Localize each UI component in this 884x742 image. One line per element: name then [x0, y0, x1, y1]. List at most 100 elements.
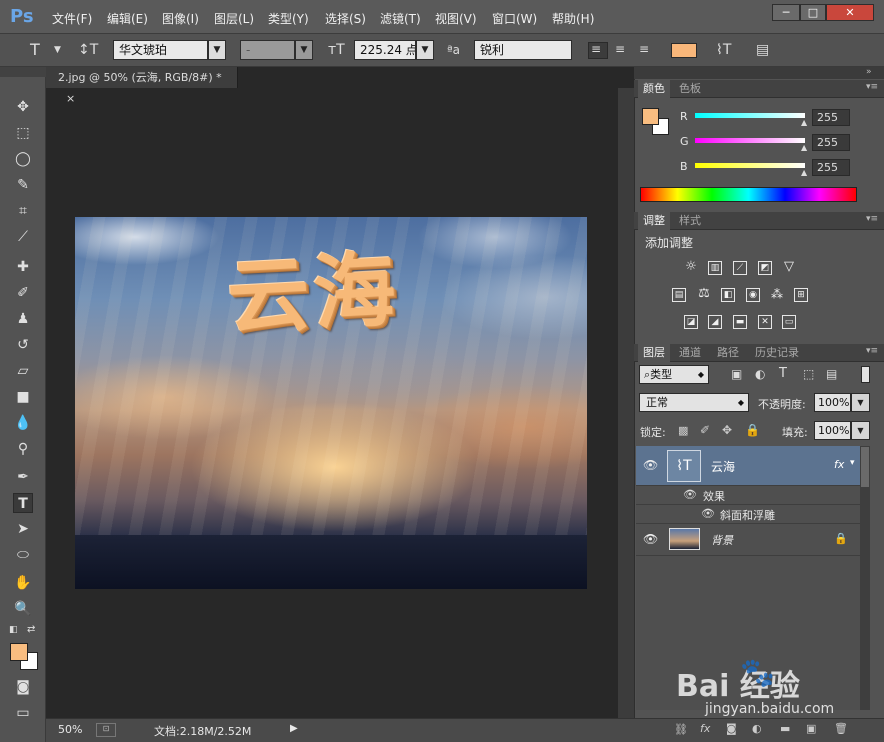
opacity-dropdown-icon[interactable]: ▼	[851, 393, 870, 412]
new-group-icon[interactable]: ▬	[780, 722, 790, 735]
menu-select[interactable]: 选择(S)	[325, 10, 366, 27]
tab-channels[interactable]: 通道	[674, 344, 706, 362]
tab-swatches[interactable]: 色板	[674, 80, 706, 98]
vibrance-icon[interactable]: ▽	[782, 260, 796, 275]
maximize-button[interactable]: □	[800, 4, 826, 21]
lock-all-icon[interactable]: 🔒	[745, 423, 760, 437]
curves-icon[interactable]: ⟋	[733, 261, 747, 275]
channel-g-value[interactable]: 255	[812, 134, 850, 151]
font-style-field[interactable]: -	[240, 40, 295, 60]
lock-image-icon[interactable]: ✐	[700, 423, 710, 437]
font-style-dropdown-icon[interactable]: ▼	[295, 40, 313, 60]
threshold-icon[interactable]: ▬	[733, 315, 747, 329]
opacity-field[interactable]: 100%	[814, 393, 851, 412]
color-foreground-swatch[interactable]	[642, 108, 659, 125]
eyedropper-tool-icon[interactable]: ⟋	[13, 227, 33, 247]
marquee-tool-icon[interactable]: ⬚	[13, 123, 33, 143]
color-lookup-icon[interactable]: ⊞	[794, 288, 808, 302]
bevel-eye-icon[interactable]: 👁	[701, 507, 715, 520]
healing-brush-tool-icon[interactable]: ✚	[13, 257, 33, 277]
channel-mixer-icon[interactable]: ⁂	[770, 288, 784, 302]
screen-mode-icon[interactable]: ▭	[13, 703, 33, 723]
blur-tool-icon[interactable]: 💧	[13, 413, 33, 433]
levels-icon[interactable]: ▥	[708, 261, 722, 275]
character-panel-icon[interactable]: ▤	[756, 42, 769, 58]
blend-mode-select[interactable]: 正常 ◆	[639, 393, 749, 412]
eraser-tool-icon[interactable]: ▱	[13, 361, 33, 381]
channel-r-slider[interactable]	[695, 113, 805, 118]
status-menu-arrow-icon[interactable]: ▶	[290, 723, 298, 734]
hue-saturation-icon[interactable]: ▤	[672, 288, 686, 302]
swap-colors-icon[interactable]: ⇄	[27, 624, 35, 635]
gradient-map-icon[interactable]: ▭	[782, 315, 796, 329]
menu-view[interactable]: 视图(V)	[435, 10, 477, 27]
filter-pixel-icon[interactable]: ▣	[731, 367, 742, 381]
color-spectrum-bar[interactable]	[640, 187, 857, 202]
status-preview-icon[interactable]: ⊡	[96, 723, 116, 737]
add-mask-icon[interactable]: ◙	[726, 722, 737, 735]
default-colors-icon[interactable]: ◧	[9, 625, 18, 635]
effects-eye-icon[interactable]: 👁	[683, 488, 697, 501]
align-center-icon[interactable]: ≡	[615, 42, 625, 56]
layer-filter-select[interactable]: ⌕类型 ◆	[639, 365, 709, 384]
filter-adjustment-icon[interactable]: ◐	[755, 367, 765, 381]
font-size-dropdown-icon[interactable]: ▼	[416, 40, 434, 60]
tab-color[interactable]: 颜色	[638, 80, 670, 98]
adjust-panel-menu-icon[interactable]: ▾≡	[866, 214, 878, 224]
minimize-button[interactable]: ─	[772, 4, 800, 21]
channel-g-slider[interactable]	[695, 138, 805, 143]
menu-file[interactable]: 文件(F)	[52, 10, 92, 27]
background-eye-icon[interactable]: 👁	[643, 532, 658, 546]
link-layers-icon[interactable]: ⛓	[674, 723, 688, 736]
text-orientation-icon[interactable]: ↕T	[78, 42, 98, 58]
layer-bevel-row[interactable]: 👁 斜面和浮雕	[636, 505, 860, 524]
visibility-eye-icon[interactable]: 👁	[643, 458, 658, 472]
tab-paths[interactable]: 路径	[712, 344, 744, 362]
filter-smart-object-icon[interactable]: ▤	[826, 367, 837, 381]
font-family-dropdown-icon[interactable]: ▼	[208, 40, 226, 60]
brightness-icon[interactable]: ☼	[684, 260, 698, 275]
zoom-tool-icon[interactable]: 🔍	[13, 599, 33, 619]
antialias-field[interactable]: 锐利	[474, 40, 572, 60]
tab-layers[interactable]: 图层	[638, 344, 670, 362]
new-adjustment-icon[interactable]: ◐	[752, 722, 762, 735]
type-tool-icon[interactable]: T	[13, 493, 33, 513]
font-size-field[interactable]: 225.24 点	[354, 40, 416, 60]
gradient-tool-icon[interactable]: ■	[13, 387, 33, 407]
layers-scroll-thumb[interactable]	[861, 447, 869, 487]
menu-edit[interactable]: 编辑(E)	[107, 10, 148, 27]
clone-stamp-tool-icon[interactable]: ♟	[13, 309, 33, 329]
filter-type-icon[interactable]: T	[779, 366, 787, 381]
photo-filter-icon[interactable]: ◉	[746, 288, 760, 302]
warp-text-icon[interactable]: ⌇T	[716, 42, 731, 58]
menu-help[interactable]: 帮助(H)	[552, 10, 594, 27]
filter-shape-icon[interactable]: ⬚	[803, 367, 814, 381]
menu-type[interactable]: 类型(Y)	[268, 10, 309, 27]
text-color-swatch[interactable]	[671, 43, 697, 58]
foreground-color-swatch[interactable]	[10, 643, 28, 661]
text-tool-icon[interactable]: T	[30, 40, 40, 59]
fx-expand-icon[interactable]: ▾	[850, 458, 855, 468]
tab-adjustments[interactable]: 调整	[638, 212, 670, 230]
lasso-tool-icon[interactable]: ◯	[13, 149, 33, 169]
channel-r-thumb-icon[interactable]: ▲	[801, 118, 807, 127]
brush-tool-icon[interactable]: ✐	[13, 283, 33, 303]
quick-select-tool-icon[interactable]: ✎	[13, 175, 33, 195]
close-button[interactable]: ✕	[826, 4, 874, 21]
collapse-panels-icon[interactable]: »	[866, 67, 872, 77]
channel-b-thumb-icon[interactable]: ▲	[801, 168, 807, 177]
history-brush-tool-icon[interactable]: ↺	[13, 335, 33, 355]
delete-layer-icon[interactable]: 🗑	[834, 722, 848, 735]
lock-position-icon[interactable]: ✥	[722, 423, 732, 437]
layer-fx-badge[interactable]: fx	[834, 458, 844, 471]
layer-name[interactable]: 云海	[711, 458, 735, 475]
menu-filter[interactable]: 滤镜(T)	[380, 10, 421, 27]
new-layer-icon[interactable]: ▣	[806, 722, 816, 735]
layers-panel-menu-icon[interactable]: ▾≡	[866, 346, 878, 356]
exposure-icon[interactable]: ◩	[758, 261, 772, 275]
channel-b-slider[interactable]	[695, 163, 805, 168]
document-tab[interactable]: 2.jpg @ 50% (云海, RGB/8#) * ×	[46, 67, 238, 105]
tab-history[interactable]: 历史记录	[750, 344, 804, 362]
crop-tool-icon[interactable]: ⌗	[13, 201, 33, 221]
ellipse-tool-icon[interactable]: ⬭	[13, 545, 33, 565]
